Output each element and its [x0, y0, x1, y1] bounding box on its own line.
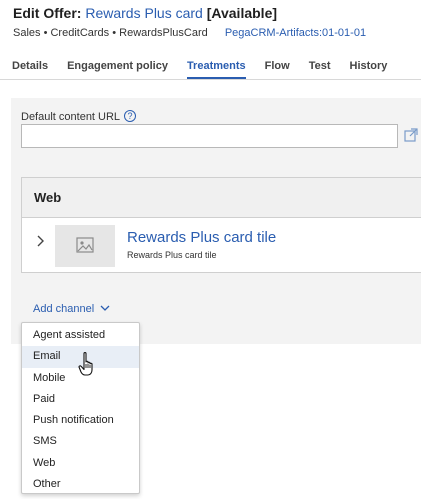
- page-title: Edit Offer: Rewards Plus card [Available…: [13, 5, 408, 21]
- chevron-right-icon[interactable]: [35, 235, 45, 247]
- hand-pointer-icon: [78, 352, 93, 376]
- tab-history[interactable]: History: [350, 56, 388, 79]
- content-url-label: Default content URL?: [21, 110, 137, 123]
- treatment-thumbnail: [55, 225, 115, 267]
- treatment-subtitle: Rewards Plus card tile: [127, 250, 217, 260]
- chevron-down-icon: [100, 305, 110, 311]
- menu-item-sms[interactable]: SMS: [22, 431, 139, 452]
- external-link-icon[interactable]: [404, 128, 418, 142]
- breadcrumb-row: Sales • CreditCards • RewardsPlusCard Pe…: [13, 27, 408, 39]
- add-channel-button[interactable]: Add channel: [33, 303, 110, 315]
- tab-details[interactable]: Details: [12, 56, 48, 79]
- menu-item-web[interactable]: Web: [22, 453, 139, 474]
- breadcrumb: Sales • CreditCards • RewardsPlusCard: [13, 27, 208, 39]
- title-prefix: Edit Offer:: [13, 5, 82, 21]
- tab-flow[interactable]: Flow: [265, 56, 290, 79]
- content-url-label-text: Default content URL: [21, 111, 121, 123]
- tab-engagement-policy[interactable]: Engagement policy: [67, 56, 168, 79]
- help-icon[interactable]: ?: [124, 110, 137, 122]
- offer-name: Rewards Plus card: [85, 5, 203, 21]
- add-channel-label: Add channel: [33, 303, 95, 315]
- status-badge: [Available]: [206, 5, 278, 21]
- treatment-title-link[interactable]: Rewards Plus card tile: [127, 229, 276, 246]
- menu-item-agent-assisted[interactable]: Agent assisted: [22, 325, 139, 346]
- tab-test[interactable]: Test: [309, 56, 331, 79]
- ruleset-link[interactable]: PegaCRM-Artifacts:01-01-01: [225, 27, 366, 39]
- add-channel-menu: Agent assisted Email Mobile Paid Push no…: [21, 322, 140, 494]
- page-header: Edit Offer: Rewards Plus card [Available…: [0, 0, 421, 48]
- web-treatment-row[interactable]: Rewards Plus card tile Rewards Plus card…: [22, 218, 421, 273]
- menu-item-paid[interactable]: Paid: [22, 389, 139, 410]
- tab-bar: Details Engagement policy Treatments Flo…: [0, 56, 421, 80]
- tab-treatments[interactable]: Treatments: [186, 56, 246, 79]
- menu-item-push-notification[interactable]: Push notification: [22, 410, 139, 431]
- menu-item-other[interactable]: Other: [22, 474, 139, 495]
- web-channel-card: Web Rewards Plus card tile Rewards Plus …: [21, 177, 421, 273]
- web-channel-header: Web: [22, 178, 421, 218]
- content-url-input[interactable]: [21, 124, 398, 148]
- image-placeholder-icon: [76, 237, 94, 253]
